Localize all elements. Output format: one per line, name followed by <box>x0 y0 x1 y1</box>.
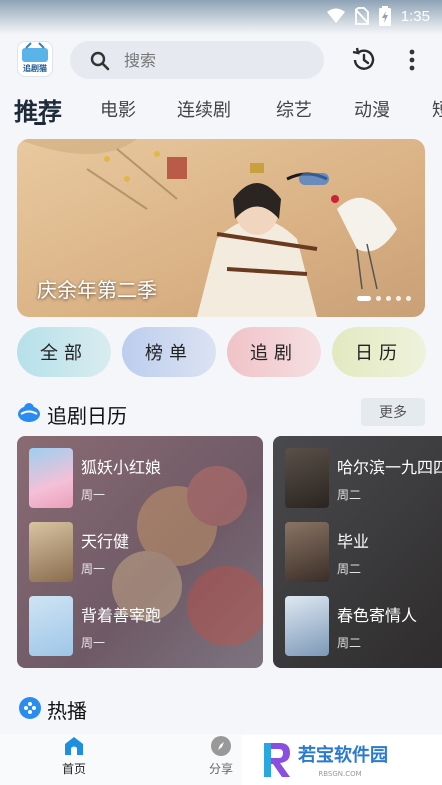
calendar-section-title: 追剧日历 <box>47 404 127 428</box>
watermark-title: 若宝软件园 <box>297 744 388 766</box>
quick-actions: 全部 榜单 追剧 日历 <box>17 327 442 379</box>
hot-section-header: 热播 <box>17 693 425 723</box>
calendar-list-item[interactable]: 春色寄情人 周二 <box>285 596 442 656</box>
watermark-logo: 若宝软件园 RBSGN.COM <box>264 743 388 778</box>
show-poster <box>29 448 73 508</box>
quick-rank-button[interactable]: 榜单 <box>122 327 216 377</box>
search-bar[interactable] <box>70 41 324 79</box>
show-poster <box>285 522 329 582</box>
show-title: 背着善宰跑 <box>81 606 162 625</box>
banner-title: 庆余年第二季 <box>37 278 157 302</box>
show-poster <box>285 448 329 508</box>
app-logo-icon: 追剧猫 <box>21 42 49 73</box>
banner-pagination <box>357 296 411 301</box>
history-icon <box>352 47 375 70</box>
tab-short[interactable]: 短 <box>432 96 442 122</box>
show-title: 春色寄情人 <box>337 606 418 625</box>
compass-icon <box>211 736 231 756</box>
quick-follow-button[interactable]: 追剧 <box>227 327 321 377</box>
show-poster <box>285 596 329 656</box>
tab-movies[interactable]: 电影 <box>100 96 136 122</box>
show-weekday: 周一 <box>81 488 106 502</box>
search-input[interactable] <box>124 41 314 79</box>
banner-dot[interactable] <box>357 296 371 301</box>
top-bar: 追剧猫 <box>0 38 442 82</box>
show-weekday: 周一 <box>81 636 106 650</box>
show-title: 哈尔滨一九四四 <box>337 458 442 477</box>
nav-home[interactable]: 首页 <box>34 734 114 785</box>
more-vertical-icon <box>409 49 415 71</box>
show-poster <box>29 522 73 582</box>
watermark-subtitle: RBSGN.COM <box>318 770 361 778</box>
banner-dot[interactable] <box>386 296 391 301</box>
tab-indicator <box>34 122 46 125</box>
nav-home-label: 首页 <box>61 762 86 776</box>
battery-icon <box>378 6 391 26</box>
home-icon <box>65 737 83 755</box>
calendar-list-item[interactable]: 毕业 周二 <box>285 522 442 582</box>
watermark: 若宝软件园 RBSGN.COM <box>242 735 442 785</box>
show-weekday: 周二 <box>337 636 362 650</box>
calendar-list-item[interactable]: 狐妖小红娘 周一 <box>29 448 257 508</box>
more-menu-button[interactable] <box>400 46 424 74</box>
wifi-icon <box>326 8 345 23</box>
show-title: 天行健 <box>81 532 130 551</box>
status-time: 1:35 <box>400 7 430 25</box>
no-sim-icon <box>354 7 369 25</box>
quick-all-button[interactable]: 全部 <box>17 327 111 377</box>
hot-section-title: 热播 <box>47 699 87 723</box>
show-weekday: 周二 <box>337 562 362 576</box>
show-title: 毕业 <box>337 532 370 551</box>
status-bar: 1:35 <box>0 0 442 34</box>
show-weekday: 周一 <box>81 562 106 576</box>
calendar-list-item[interactable]: 哈尔滨一九四四 周二 <box>285 448 442 508</box>
show-poster <box>29 596 73 656</box>
banner-dot[interactable] <box>406 296 411 301</box>
calendar-day-card[interactable]: 哈尔滨一九四四 周二 毕业 周二 春色寄情人 周二 <box>273 436 442 668</box>
calendar-more-button[interactable]: 更多 <box>361 398 425 426</box>
calendar-list-item[interactable]: 天行健 周一 <box>29 522 257 582</box>
show-weekday: 周二 <box>337 488 362 502</box>
status-icons: 1:35 <box>326 6 430 26</box>
calendar-day-card[interactable]: 狐妖小红娘 周一 天行健 周一 背着善宰跑 周一 <box>17 436 263 668</box>
app-logo[interactable]: 追剧猫 <box>17 41 53 77</box>
tab-series[interactable]: 连续剧 <box>177 96 231 122</box>
calendar-list-item[interactable]: 背着善宰跑 周一 <box>29 596 257 656</box>
tab-anime[interactable]: 动漫 <box>354 96 390 122</box>
quick-calendar-button[interactable]: 日历 <box>332 327 426 377</box>
banner-dot[interactable] <box>376 296 381 301</box>
search-icon <box>90 51 110 71</box>
show-title: 狐妖小红娘 <box>81 458 162 477</box>
hero-banner[interactable]: 庆余年第二季 <box>17 139 425 317</box>
hot-section-icon <box>19 697 41 719</box>
history-button[interactable] <box>350 46 378 74</box>
category-tabs: 推荐 电影 连续剧 综艺 动漫 短 <box>0 90 442 128</box>
calendar-section-icon <box>18 403 40 422</box>
banner-dot[interactable] <box>396 296 401 301</box>
svg-text:追剧猫: 追剧猫 <box>23 63 47 73</box>
calendar-section-header: 追剧日历 更多 <box>17 398 425 428</box>
tab-variety[interactable]: 综艺 <box>276 96 312 122</box>
